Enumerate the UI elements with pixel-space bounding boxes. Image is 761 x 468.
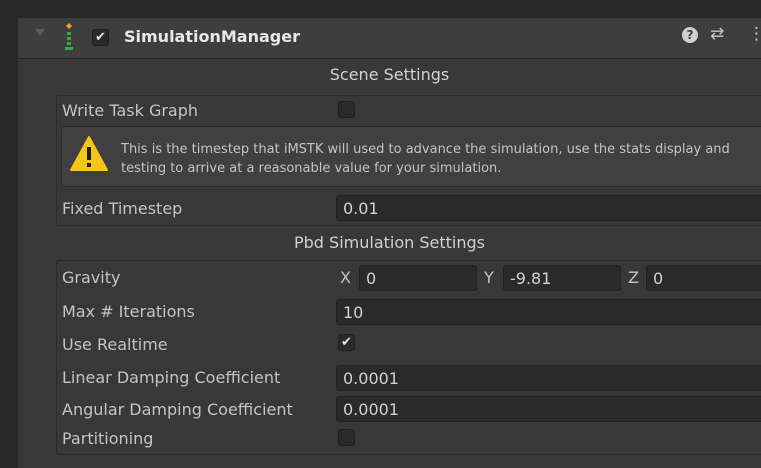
component-title: SimulationManager — [124, 27, 300, 46]
gravity-x-label: X — [340, 268, 351, 287]
max-iterations-field[interactable]: 10 — [336, 299, 761, 325]
component-enabled-checkbox[interactable]: ✔ — [92, 29, 109, 46]
help-icon[interactable]: ? — [682, 27, 698, 43]
help-text: This is the timestep that iMSTK will use… — [121, 142, 730, 176]
scene-settings-title: Scene Settings — [329, 65, 450, 84]
checkmark-icon: ✔ — [341, 335, 352, 350]
max-iterations-label: Max # Iterations — [62, 302, 195, 321]
angular-damping-field[interactable]: 0.0001 — [336, 396, 761, 422]
fixed-timestep-label: Fixed Timestep — [62, 199, 183, 218]
partitioning-label: Partitioning — [62, 429, 154, 448]
window-top-edge — [18, 0, 761, 18]
write-task-graph-label: Write Task Graph — [62, 101, 199, 120]
linear-damping-field[interactable]: 0.0001 — [336, 365, 761, 391]
foldout-arrow-icon[interactable] — [35, 29, 45, 36]
linear-damping-label: Linear Damping Coefficient — [62, 368, 281, 387]
context-menu-icon[interactable]: ⋮ — [748, 24, 761, 44]
window-left-edge — [0, 0, 18, 468]
gravity-x-field[interactable]: 0 — [359, 265, 477, 291]
script-icon — [65, 23, 73, 50]
fixed-timestep-field[interactable]: 0.01 — [336, 195, 761, 221]
use-realtime-label: Use Realtime — [62, 335, 168, 354]
gravity-y-label: Y — [484, 268, 494, 287]
gravity-z-label: Z — [628, 268, 639, 287]
gravity-label: Gravity — [62, 268, 121, 287]
warning-icon — [70, 136, 108, 171]
checkmark-icon: ✔ — [95, 30, 106, 45]
gravity-y-field[interactable]: -9.81 — [503, 265, 621, 291]
presets-icon[interactable]: ⇄ — [710, 24, 724, 44]
gravity-z-field[interactable]: 0 — [646, 265, 761, 291]
angular-damping-label: Angular Damping Coefficient — [62, 400, 293, 419]
partitioning-checkbox[interactable] — [338, 429, 355, 446]
use-realtime-checkbox[interactable]: ✔ — [338, 334, 355, 351]
pbd-settings-title: Pbd Simulation Settings — [294, 233, 485, 252]
write-task-graph-checkbox[interactable] — [338, 101, 355, 118]
